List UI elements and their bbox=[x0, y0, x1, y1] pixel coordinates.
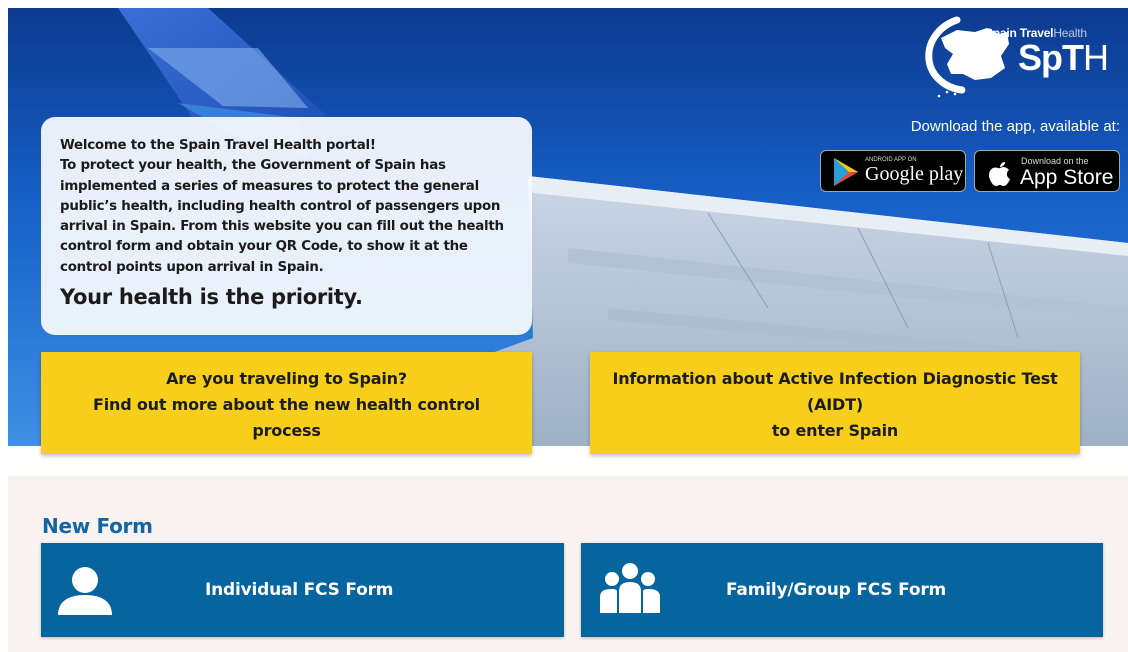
brand-acronym-bold: SpT bbox=[1018, 37, 1084, 78]
app-store-small-text: Download on the bbox=[1021, 156, 1089, 166]
apple-icon bbox=[989, 162, 1010, 186]
welcome-tagline: Your health is the priority. bbox=[60, 285, 363, 310]
people-group-icon bbox=[600, 563, 660, 613]
brand-acronym: SpTH bbox=[1018, 37, 1109, 78]
welcome-card: Welcome to the Spain Travel Health porta… bbox=[41, 117, 532, 335]
person-icon bbox=[58, 567, 112, 615]
welcome-text: Welcome to the Spain Travel Health porta… bbox=[60, 138, 504, 275]
app-store-label: App Store bbox=[1020, 166, 1114, 189]
brand-acronym-light: H bbox=[1083, 37, 1109, 78]
play-triangle-icon bbox=[834, 158, 858, 186]
google-play-label: Google play bbox=[865, 163, 964, 185]
aidt-info-button[interactable]: Information about Active Infection Diagn… bbox=[590, 352, 1080, 454]
app-store-button[interactable]: Download on the App Store bbox=[974, 150, 1120, 192]
individual-form-button[interactable]: Individual FCS Form bbox=[41, 543, 564, 637]
new-form-title: New Form bbox=[42, 514, 153, 538]
individual-form-label: Individual FCS Form bbox=[205, 580, 394, 600]
google-play-button[interactable]: ANDROID APP ON Google play bbox=[820, 150, 966, 192]
group-form-label: Family/Group FCS Form bbox=[726, 580, 947, 600]
traveling-to-spain-button[interactable]: Are you traveling to Spain? Find out mor… bbox=[41, 352, 532, 454]
group-form-button[interactable]: Family/Group FCS Form bbox=[581, 543, 1103, 637]
download-app-label: Download the app, available at: bbox=[910, 118, 1120, 135]
